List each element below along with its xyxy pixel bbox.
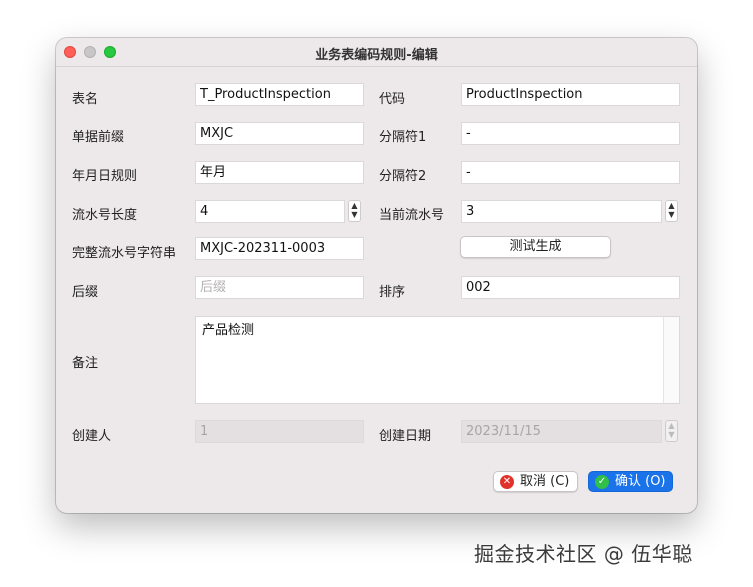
serial-length-input[interactable]: 4 — [195, 200, 345, 223]
serial-length-stepper[interactable]: ▲ ▼ — [348, 200, 361, 222]
table-name-label: 表名 — [72, 92, 99, 107]
creator-input: 1 — [195, 420, 364, 443]
cancel-button-label: 取消 (C) — [520, 474, 570, 489]
test-generate-button[interactable]: 测试生成 — [460, 236, 611, 258]
prefix-input[interactable]: MXJC — [195, 122, 364, 145]
current-serial-input[interactable]: 3 — [461, 200, 662, 223]
prefix-label: 单据前缀 — [72, 130, 125, 145]
full-serial-label: 完整流水号字符串 — [72, 246, 177, 261]
remark-scrollbar[interactable] — [663, 317, 679, 403]
confirm-button-label: 确认 (O) — [615, 474, 666, 489]
suffix-input[interactable]: 后缀 — [195, 276, 364, 299]
sort-label: 排序 — [379, 285, 406, 300]
window-title: 业务表编码规则-编辑 — [315, 48, 438, 63]
date-rule-label: 年月日规则 — [72, 169, 138, 184]
watermark-text: 掘金技术社区 @ 伍华聪 — [474, 542, 693, 566]
current-serial-label: 当前流水号 — [379, 208, 445, 223]
full-serial-input[interactable]: MXJC-202311-0003 — [195, 237, 364, 260]
edit-dialog: 业务表编码规则-编辑 表名 T_ProductInspection 代码 Pro… — [56, 38, 697, 513]
separator1-label: 分隔符1 — [379, 130, 427, 145]
create-date-label: 创建日期 — [379, 429, 432, 444]
serial-length-label: 流水号长度 — [72, 208, 138, 223]
confirm-check-icon: ✓ — [595, 475, 609, 489]
remark-textarea[interactable]: 产品检测 — [195, 316, 680, 404]
separator2-label: 分隔符2 — [379, 169, 427, 184]
remark-label: 备注 — [72, 356, 99, 371]
create-date-input: 2023/11/15 — [461, 420, 662, 443]
suffix-label: 后缀 — [72, 285, 99, 300]
separator1-input[interactable]: - — [461, 122, 680, 145]
cancel-x-icon: ✕ — [500, 475, 514, 489]
cancel-button[interactable]: ✕ 取消 (C) — [493, 471, 578, 492]
confirm-button[interactable]: ✓ 确认 (O) — [588, 471, 673, 492]
separator2-input[interactable]: - — [461, 161, 680, 184]
code-input[interactable]: ProductInspection — [461, 83, 680, 106]
creator-label: 创建人 — [72, 429, 112, 444]
sort-input[interactable]: 002 — [461, 276, 680, 299]
code-label: 代码 — [379, 92, 406, 107]
remark-text: 产品检测 — [202, 323, 255, 338]
title-bar: 业务表编码规则-编辑 — [56, 38, 697, 67]
current-serial-stepper[interactable]: ▲ ▼ — [665, 200, 678, 222]
date-rule-input[interactable]: 年月 — [195, 161, 364, 184]
create-date-stepper: ▲ ▼ — [665, 420, 678, 442]
table-name-input[interactable]: T_ProductInspection — [195, 83, 364, 106]
